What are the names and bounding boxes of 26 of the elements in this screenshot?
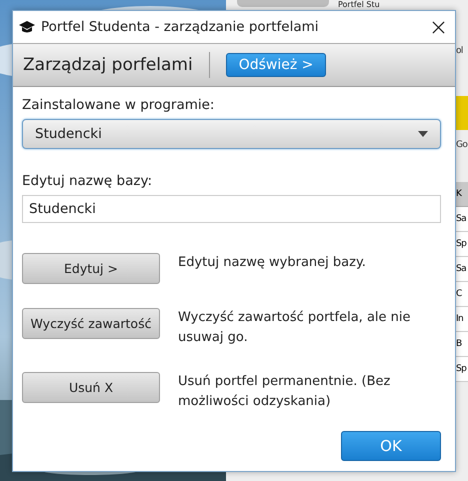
action-button[interactable]: Wyczyść zawartość	[22, 308, 160, 339]
action-description: Wyczyść zawartość portfela, ale nie usuwaj go.	[178, 309, 412, 347]
name-input-field[interactable]: Studencki	[22, 195, 441, 223]
table-cell: Sp	[456, 357, 468, 382]
action-button[interactable]: Usuń X	[22, 372, 160, 403]
table-cell: B	[456, 332, 468, 357]
graduation-cap-icon	[19, 21, 35, 33]
table-cell: Sa	[456, 207, 468, 232]
window-title: Portfel Studenta - zarządzanie portfelami	[41, 19, 320, 35]
table-cell: C	[456, 282, 468, 307]
field-label: Edytuj nazwę bazy:	[22, 173, 154, 189]
database-dropdown[interactable]: Studencki	[22, 119, 441, 149]
app-title: Portfel Stu	[338, 0, 380, 9]
table-cell: Sa	[456, 257, 468, 282]
close-icon[interactable]	[432, 20, 445, 34]
table-cell: Sp	[456, 232, 468, 257]
toolbar-heading: Zarządzaj porfelami	[23, 55, 193, 75]
action-description: Edytuj nazwę wybranej bazy.	[178, 254, 366, 272]
table-cell: In	[456, 307, 468, 332]
label-text: Go	[456, 140, 468, 150]
field-label: Zainstalowane w programie:	[22, 97, 216, 113]
table-header: K	[456, 182, 468, 207]
label-text: ol	[456, 46, 463, 56]
action-description: Usuń portfel permanentnie. (Bez możliwości odzyskania)	[178, 373, 392, 411]
caret-icon	[418, 131, 428, 137]
action-button[interactable]: Edytuj >	[22, 253, 160, 284]
